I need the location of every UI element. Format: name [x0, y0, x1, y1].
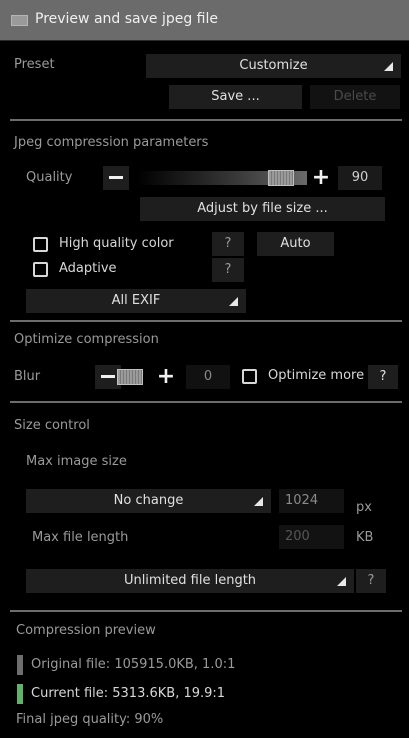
quality-increase-button[interactable]: +	[309, 166, 333, 190]
save-preset-button[interactable]: Save ...	[169, 85, 302, 109]
max-image-size-input[interactable]: 1024	[279, 489, 344, 513]
quality-slider-thumb[interactable]	[268, 170, 294, 186]
image-size-dropdown[interactable]: No change	[26, 489, 271, 513]
adjust-by-file-size-button[interactable]: Adjust by file size ...	[140, 197, 385, 221]
panel-title-bar[interactable]: Preview and save jpeg file	[0, 0, 409, 41]
high-quality-color-checkbox[interactable]	[33, 237, 48, 252]
preset-dropdown[interactable]: Customize	[146, 54, 401, 78]
file-length-value: Unlimited file length	[123, 573, 257, 588]
section-divider	[10, 320, 402, 322]
panel-collapse-icon[interactable]	[11, 15, 28, 26]
exif-value: All EXIF	[111, 293, 161, 308]
px-unit-label: px	[356, 500, 372, 515]
file-length-dropdown[interactable]: Unlimited file length	[26, 569, 354, 593]
adaptive-label: Adaptive	[59, 261, 117, 276]
current-file-swatch	[17, 684, 23, 704]
final-jpeg-quality: Final jpeg quality: 90%	[16, 712, 164, 727]
blur-label: Blur	[14, 369, 41, 384]
optimize-more-label: Optimize more	[268, 368, 365, 383]
auto-button[interactable]: Auto	[257, 232, 334, 256]
jpeg-section-title: Jpeg compression parameters	[14, 135, 209, 150]
quality-value[interactable]: 90	[338, 166, 382, 190]
delete-preset-button[interactable]: Delete	[310, 85, 400, 109]
adaptive-checkbox[interactable]	[33, 262, 48, 277]
preset-label: Preset	[14, 57, 55, 72]
optimize-help-button[interactable]: ?	[368, 365, 398, 389]
max-image-size-label: Max image size	[26, 454, 127, 469]
high-quality-color-help-button[interactable]: ?	[212, 232, 244, 256]
preset-value: Customize	[239, 58, 308, 73]
section-divider	[10, 401, 402, 403]
section-divider	[10, 610, 402, 612]
size-section-title: Size control	[14, 418, 90, 433]
quality-decrease-button[interactable]	[103, 166, 129, 190]
exif-dropdown[interactable]: All EXIF	[26, 289, 246, 313]
max-file-length-input[interactable]: 200	[279, 525, 344, 549]
dropdown-arrow-icon	[229, 297, 238, 306]
panel-title: Preview and save jpeg file	[35, 11, 219, 27]
current-file-info: Current file: 5313.6KB, 19.9:1	[31, 686, 226, 701]
preview-section-title: Compression preview	[16, 623, 156, 638]
image-size-value: No change	[113, 493, 184, 508]
max-file-length-label: Max file length	[32, 530, 129, 545]
adaptive-help-button[interactable]: ?	[212, 258, 244, 282]
original-file-swatch	[17, 655, 23, 675]
dropdown-arrow-icon	[337, 577, 346, 586]
blur-value[interactable]: 0	[186, 365, 230, 389]
high-quality-color-label: High quality color	[59, 236, 174, 251]
quality-label: Quality	[26, 170, 73, 185]
dropdown-arrow-icon	[254, 497, 263, 506]
optimize-section-title: Optimize compression	[14, 332, 159, 347]
blur-slider-thumb[interactable]	[117, 369, 143, 385]
kb-unit-label: KB	[356, 530, 374, 545]
section-divider	[10, 119, 402, 121]
dropdown-arrow-icon	[384, 62, 393, 71]
file-length-help-button[interactable]: ?	[356, 569, 386, 593]
optimize-more-checkbox[interactable]	[242, 369, 257, 384]
original-file-info: Original file: 105915.0KB, 1.0:1	[31, 657, 236, 672]
blur-increase-button[interactable]: +	[154, 365, 178, 389]
